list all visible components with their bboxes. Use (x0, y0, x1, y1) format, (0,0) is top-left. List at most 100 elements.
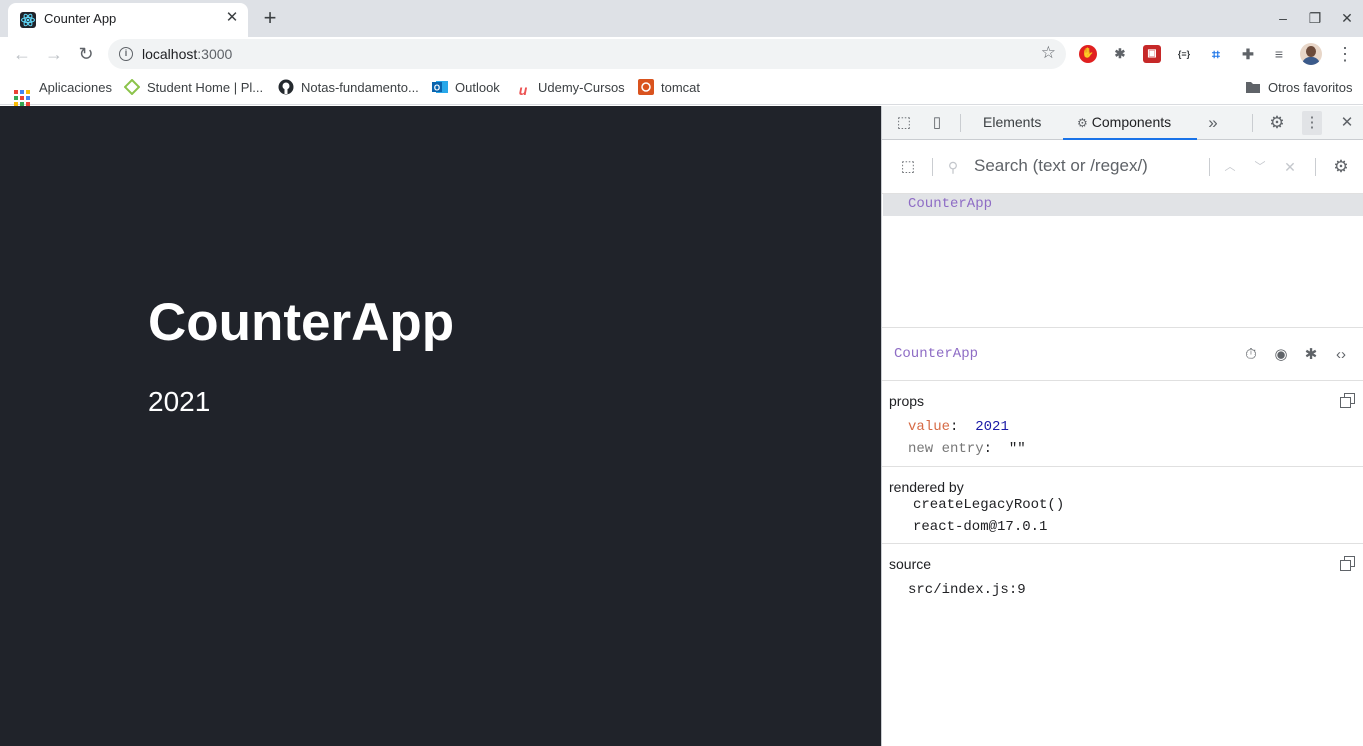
props-section: props value: 2021 new entry: "" (882, 381, 1363, 467)
grid-extension-icon[interactable]: ⌗ (1207, 45, 1225, 63)
avatar-body (1302, 57, 1320, 65)
bookmark-label: Notas-fundamento... (301, 80, 419, 95)
copy-source-icon[interactable] (1340, 556, 1356, 572)
previous-result-icon[interactable]: ︿ (1221, 158, 1239, 176)
rendered-by-item: react-dom@17.0.1 (913, 519, 1048, 535)
tab-title: Counter App (44, 11, 117, 26)
red-extension-icon[interactable]: ▣ (1143, 45, 1161, 63)
devtools-settings-icon[interactable]: ⚙ (1267, 113, 1287, 133)
rendered-by-label: rendered by (889, 479, 964, 495)
eye-icon[interactable]: ◉ (1271, 345, 1291, 365)
profile-avatar[interactable] (1300, 43, 1322, 65)
device-toolbar-icon[interactable]: ▯ (927, 113, 947, 133)
bookmark-label: Udemy-Cursos (538, 80, 625, 95)
bookmark-otros-favoritos[interactable]: Otros favoritos (1245, 78, 1353, 98)
bookmarks-bar: Aplicaciones Student Home | Pl... Notas-… (0, 71, 1363, 106)
new-tab-button[interactable]: + (258, 6, 282, 30)
tab-close-icon[interactable]: ✕ (223, 9, 241, 27)
restore-button[interactable]: ❐ (1305, 8, 1325, 28)
prop-key[interactable]: new entry (908, 441, 984, 457)
tomcat-icon (638, 79, 654, 95)
browser-menu-icon[interactable]: ⋮ (1336, 44, 1354, 64)
bug-extension-icon[interactable]: ✱ (1111, 45, 1129, 63)
tree-row-selected[interactable]: CounterApp (883, 194, 1363, 216)
apps-grid-icon (14, 90, 30, 106)
bookmark-notas-fundamento[interactable]: Notas-fundamento... (278, 78, 419, 98)
bookmark-star-icon[interactable]: ☆ (1041, 43, 1056, 63)
search-icon: ⚲ (947, 159, 959, 175)
divider (1315, 158, 1316, 176)
bug-icon[interactable]: ✱ (1301, 345, 1321, 365)
view-source-icon[interactable]: ‹› (1331, 345, 1351, 365)
avatar-head (1306, 46, 1316, 57)
adblock-extension-icon[interactable]: ✋ (1079, 45, 1097, 63)
react-gear-icon: ⚙ (1077, 116, 1088, 130)
udemy-icon: u (518, 82, 528, 98)
back-button[interactable]: ← (9, 41, 35, 67)
copy-props-icon[interactable] (1340, 393, 1356, 409)
svg-text:O: O (434, 84, 440, 93)
timer-icon[interactable]: ⏱ (1241, 345, 1261, 365)
prop-value[interactable]: 2021 (975, 419, 1009, 435)
inspected-element-header: CounterApp ⏱ ◉ ✱ ‹› (882, 328, 1363, 381)
devtools-panel: ⬚ ▯ Elements ⚙ Components » ⚙ ⋮ ✕ ⬚ ⚲ Sea… (881, 106, 1363, 746)
prop-row-value[interactable]: value: 2021 (908, 419, 1009, 435)
bookmark-udemy[interactable]: u Udemy-Cursos (515, 78, 625, 98)
bookmark-tomcat[interactable]: tomcat (638, 78, 700, 98)
prop-value[interactable]: "" (1009, 441, 1026, 457)
props-label: props (889, 393, 925, 409)
minimize-button[interactable]: – (1273, 8, 1293, 28)
address-bar[interactable]: i localhost:3000 ☆ (108, 39, 1066, 69)
source-location[interactable]: src/index.js:9 (908, 582, 1026, 598)
component-search-input[interactable]: Search (text or /regex/) (974, 156, 1148, 176)
student-home-icon (123, 78, 141, 96)
site-info-icon[interactable]: i (119, 47, 133, 61)
next-result-icon[interactable]: ﹀ (1251, 158, 1269, 176)
tab-components-label: Components (1091, 114, 1172, 130)
bookmark-aplicaciones[interactable]: Aplicaciones (14, 78, 112, 106)
prop-colon: : (983, 441, 1009, 457)
components-settings-icon[interactable]: ⚙ (1332, 158, 1350, 176)
bookmark-label: Student Home | Pl... (147, 80, 264, 95)
react-favicon-icon (20, 12, 36, 28)
address-host: localhost (142, 46, 198, 62)
tab-components[interactable]: ⚙ Components (1063, 106, 1197, 140)
devtools-tab-bar: ⬚ ▯ Elements ⚙ Components » ⚙ ⋮ ✕ (882, 106, 1363, 140)
forward-button[interactable]: → (41, 41, 67, 67)
tree-component-name: CounterApp (908, 196, 993, 212)
prop-row-new-entry[interactable]: new entry: "" (908, 441, 1026, 457)
devtools-close-icon[interactable]: ✕ (1337, 113, 1357, 133)
select-component-icon[interactable]: ⬚ (899, 158, 917, 176)
bookmark-outlook[interactable]: O Outlook (432, 78, 500, 98)
bookmark-label: Otros favoritos (1268, 80, 1353, 95)
bookmark-label: Aplicaciones (39, 80, 112, 95)
clear-search-icon[interactable]: ✕ (1281, 158, 1299, 176)
counter-value: 2021 (148, 386, 211, 417)
divider (1209, 158, 1210, 176)
source-section: source src/index.js:9 (882, 544, 1363, 606)
page-viewport: CounterApp 2021 (0, 106, 881, 746)
devtools-menu-icon[interactable]: ⋮ (1302, 111, 1322, 135)
rendered-by-item: createLegacyRoot() (913, 497, 1065, 513)
reload-button[interactable]: ↻ (73, 41, 99, 67)
inspected-component-name: CounterApp (894, 346, 979, 362)
component-tree: CounterApp (882, 194, 1363, 328)
inspect-element-icon[interactable]: ⬚ (894, 113, 914, 133)
source-label: source (889, 556, 932, 572)
bookmark-student-home[interactable]: Student Home | Pl... (123, 78, 264, 98)
bookmark-label: Outlook (455, 80, 500, 95)
more-tabs-icon[interactable]: » (1203, 113, 1223, 133)
close-window-button[interactable]: ✕ (1337, 8, 1357, 28)
component-search-bar: ⬚ ⚲ Search (text or /regex/) ︿ ﹀ ✕ ⚙ (882, 140, 1363, 194)
browser-toolbar: ← → ↻ i localhost:3000 ☆ ✋ ✱ ▣ {≡} ⌗ ✚ ≡… (0, 37, 1363, 71)
json-extension-icon[interactable]: {≡} (1175, 45, 1193, 63)
extensions-puzzle-icon[interactable]: ✚ (1239, 45, 1257, 63)
folder-icon (1245, 79, 1261, 95)
prop-colon: : (950, 419, 976, 435)
github-icon (278, 79, 294, 95)
tab-elements[interactable]: Elements (983, 106, 1041, 140)
media-queue-icon[interactable]: ≡ (1270, 45, 1288, 63)
address-url: localhost:3000 (142, 46, 232, 62)
browser-tab-counter-app[interactable]: Counter App ✕ (8, 3, 248, 37)
outlook-icon: O (432, 79, 448, 95)
